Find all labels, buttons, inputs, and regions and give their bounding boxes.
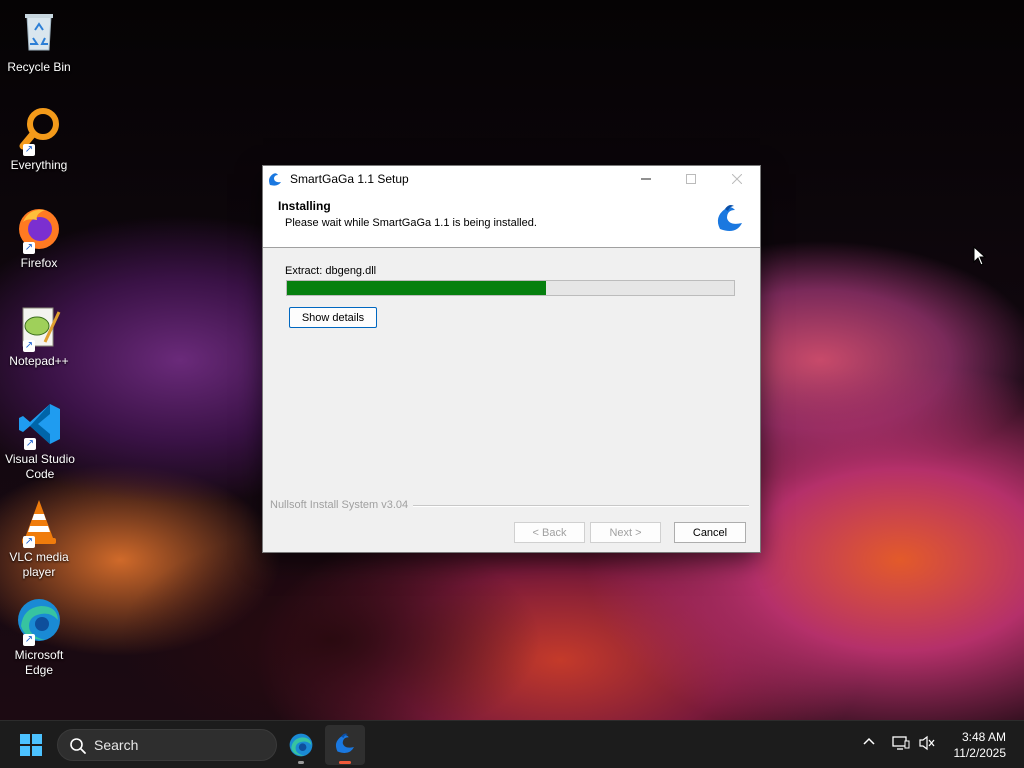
desktop-icon-label: Everything — [10, 158, 68, 172]
chevron-up-icon — [863, 737, 875, 745]
search-placeholder: Search — [94, 737, 139, 753]
active-indicator — [339, 761, 351, 764]
title-bar[interactable]: SmartGaGa 1.1 Setup — [263, 166, 760, 191]
shortcut-arrow-icon: ↗ — [23, 634, 35, 646]
desktop-icon-vlc[interactable]: ↗ VLC media player — [2, 498, 76, 580]
close-button[interactable] — [714, 166, 759, 191]
desktop-icon-label: VLC media player — [9, 550, 69, 579]
desktop-icon-edge[interactable]: ↗ Microsoft Edge — [2, 596, 76, 678]
windows-logo-icon — [20, 734, 42, 756]
header-title: Installing — [278, 199, 331, 213]
installer-header: Installing Please wait while SmartGaGa 1… — [263, 191, 760, 248]
desktop-icon-label: Notepad++ — [9, 354, 69, 368]
progress-bar-fill — [287, 281, 547, 295]
vscode-icon: ↗ — [16, 400, 64, 450]
edge-icon — [289, 733, 313, 757]
show-details-button[interactable]: Show details — [289, 307, 377, 328]
everything-search-icon: ↗ — [15, 106, 63, 156]
desktop-icon-vscode[interactable]: ↗ Visual Studio Code — [2, 400, 78, 482]
nsis-branding: Nullsoft Install System v3.04 — [270, 499, 409, 511]
desktop-icon-label: Firefox — [20, 256, 58, 270]
smartgaga-icon — [335, 733, 354, 753]
edge-icon: ↗ — [15, 596, 63, 646]
desktop-icon-label: Microsoft Edge — [14, 648, 64, 677]
cancel-button[interactable]: Cancel — [674, 522, 746, 543]
clock-date: 11/2/2025 — [953, 746, 1007, 760]
volume-button[interactable] — [918, 735, 936, 756]
shortcut-arrow-icon: ↗ — [23, 536, 35, 548]
smartgaga-app-icon — [269, 172, 281, 186]
shortcut-arrow-icon: ↗ — [23, 144, 35, 156]
desktop-icon-label: Visual Studio Code — [5, 452, 75, 481]
back-button[interactable]: < Back — [514, 522, 585, 543]
volume-muted-icon — [919, 735, 935, 751]
taskbar-app-edge[interactable] — [281, 725, 321, 765]
minimize-button[interactable] — [623, 166, 668, 191]
status-text: Extract: dbgeng.dll — [285, 265, 377, 277]
smartgaga-logo-icon — [717, 205, 742, 231]
maximize-button[interactable] — [668, 166, 713, 191]
system-clock[interactable]: 3:48 AM 11/2/2025 — [954, 729, 1007, 761]
shortcut-arrow-icon: ↗ — [23, 340, 35, 352]
setup-window: SmartGaGa 1.1 Setup Installing Please wa… — [263, 166, 760, 552]
header-subtitle: Please wait while SmartGaGa 1.1 is being… — [285, 217, 537, 229]
desktop-icon-everything[interactable]: ↗ Everything — [2, 106, 76, 173]
desktop-icon-firefox[interactable]: ↗ Firefox — [2, 204, 76, 271]
progress-bar — [286, 280, 735, 296]
start-button[interactable] — [20, 734, 42, 756]
window-title: SmartGaGa 1.1 Setup — [290, 171, 409, 186]
shortcut-arrow-icon: ↗ — [23, 242, 35, 254]
desktop-icon-recycle-bin[interactable]: Recycle Bin — [2, 8, 76, 75]
desktop-icon-label: Recycle Bin — [7, 60, 71, 74]
recycle-bin-icon — [15, 8, 63, 56]
taskbar-search-box[interactable]: Search — [57, 729, 277, 761]
firefox-icon: ↗ — [15, 204, 63, 254]
show-hidden-icons-button[interactable] — [862, 735, 876, 754]
network-button[interactable] — [892, 735, 910, 756]
network-icon — [892, 736, 910, 750]
clock-time: 3:48 AM — [961, 730, 1006, 744]
installer-body: Extract: dbgeng.dll Show details Nullsof… — [263, 248, 760, 552]
shortcut-arrow-icon: ↗ — [24, 438, 36, 450]
mouse-cursor-icon — [973, 245, 987, 271]
next-button[interactable]: Next > — [590, 522, 661, 543]
branding-divider — [413, 505, 749, 507]
taskbar-app-smartgaga[interactable] — [325, 725, 365, 765]
search-icon — [70, 738, 86, 754]
taskbar: Search 3:48 AM 11/2/2025 — [0, 720, 1024, 768]
desktop-icon-notepad-plus-plus[interactable]: ↗ Notepad++ — [2, 302, 76, 369]
vlc-icon: ↗ — [15, 498, 63, 548]
notepad-plus-plus-icon: ↗ — [15, 302, 63, 352]
running-indicator — [298, 761, 304, 764]
